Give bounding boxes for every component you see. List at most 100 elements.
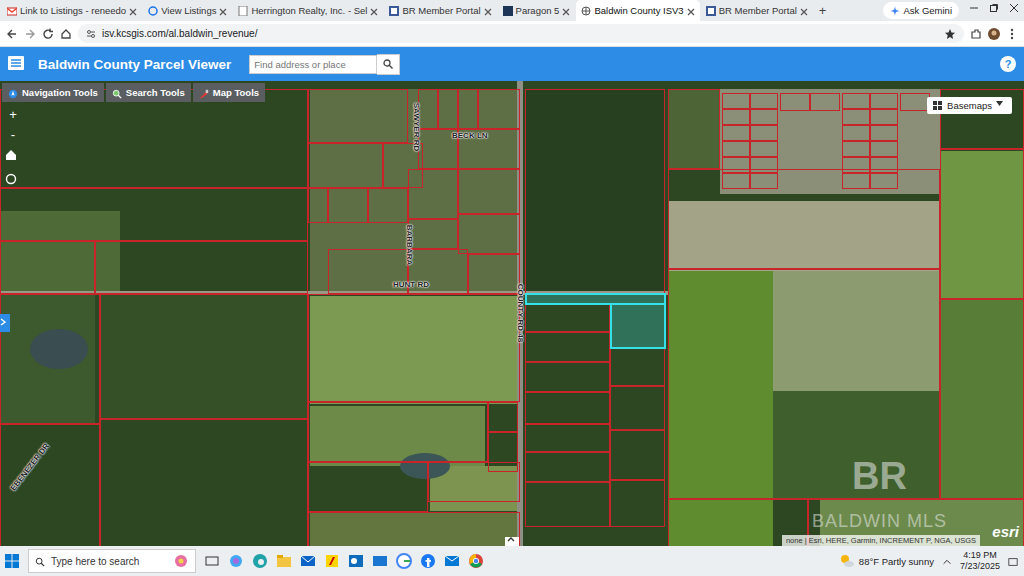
browser-tab[interactable]: Herrington Realty, Inc. - Sel: [233, 0, 383, 21]
parcel-boundary[interactable]: [308, 89, 408, 143]
parcel-boundary[interactable]: [525, 392, 610, 424]
browser-tab[interactable]: BR Member Portal: [384, 0, 496, 21]
parcel-boundary[interactable]: [308, 143, 383, 188]
parcel-boundary[interactable]: [458, 169, 520, 214]
parcel-boundary[interactable]: [870, 141, 898, 157]
parcel-boundary[interactable]: [308, 462, 428, 512]
reload-icon[interactable]: [42, 28, 54, 40]
app-icon[interactable]: [324, 553, 340, 569]
chrome-icon[interactable]: [468, 553, 484, 569]
mail-icon[interactable]: [300, 553, 316, 569]
parcel-boundary[interactable]: [870, 93, 898, 109]
parcel-boundary[interactable]: [870, 125, 898, 141]
parcel-boundary[interactable]: [0, 89, 308, 188]
parcel-boundary[interactable]: [750, 93, 778, 109]
extensions-icon[interactable]: [970, 28, 982, 40]
parcel-boundary[interactable]: [408, 169, 458, 219]
minimize-icon[interactable]: [964, 3, 984, 19]
parcel-boundary[interactable]: [750, 125, 778, 141]
restore-icon[interactable]: [984, 3, 1004, 19]
parcel-boundary[interactable]: [525, 362, 610, 392]
parcel-boundary[interactable]: [418, 89, 438, 129]
parcel-boundary[interactable]: [488, 402, 518, 432]
search-button[interactable]: [377, 54, 400, 75]
parcel-boundary[interactable]: [525, 482, 610, 527]
ask-gemini-button[interactable]: Ask Gemini: [883, 2, 959, 19]
parcel-boundary[interactable]: [95, 241, 308, 294]
parcel-boundary[interactable]: [308, 402, 488, 462]
close-icon[interactable]: [370, 7, 378, 15]
parcel-boundary[interactable]: [308, 188, 328, 223]
bottom-panel-toggle[interactable]: [505, 537, 519, 546]
back-icon[interactable]: [6, 28, 18, 40]
parcel-boundary[interactable]: [842, 109, 870, 125]
parcel-boundary[interactable]: [408, 219, 458, 249]
parcel-boundary[interactable]: [722, 141, 750, 157]
parcel-boundary[interactable]: [842, 93, 870, 109]
google-icon[interactable]: [396, 553, 412, 569]
star-icon[interactable]: [944, 28, 956, 40]
parcel-boundary[interactable]: [0, 294, 100, 424]
parcel-boundary[interactable]: [870, 109, 898, 125]
parcel-boundary[interactable]: [750, 141, 778, 157]
parcel-boundary[interactable]: [488, 432, 518, 472]
parcel-boundary[interactable]: [468, 254, 520, 294]
parcel-boundary[interactable]: [842, 157, 870, 173]
zoom-in-button[interactable]: +: [9, 109, 17, 121]
mail-app-icon[interactable]: [372, 553, 388, 569]
zoom-out-button[interactable]: -: [11, 129, 15, 141]
selected-parcel[interactable]: [610, 303, 666, 349]
parcel-boundary[interactable]: [750, 109, 778, 125]
parcel-boundary[interactable]: [458, 89, 478, 129]
close-icon[interactable]: [687, 7, 695, 15]
parcel-boundary[interactable]: [0, 188, 308, 241]
close-window-icon[interactable]: [1004, 3, 1024, 19]
home-icon[interactable]: [60, 28, 72, 40]
parcel-boundary[interactable]: [668, 169, 940, 269]
profile-icon[interactable]: [988, 28, 1000, 40]
help-button[interactable]: ?: [1000, 56, 1016, 72]
weather-widget[interactable]: 88°F Partly sunny: [839, 553, 934, 569]
parcel-boundary[interactable]: [750, 173, 778, 189]
menu-dots-icon[interactable]: [1006, 28, 1018, 40]
system-tray-icon[interactable]: [942, 556, 952, 566]
new-tab-button[interactable]: +: [814, 0, 832, 21]
parcel-boundary[interactable]: [610, 480, 665, 527]
parcel-boundary[interactable]: [525, 424, 610, 452]
tool-button[interactable]: Map Tools: [193, 83, 265, 102]
parcel-boundary[interactable]: [525, 89, 665, 294]
browser-tab[interactable]: Paragon 5: [498, 0, 576, 21]
home-icon[interactable]: [5, 149, 21, 165]
tool-button[interactable]: Navigation Tools: [2, 83, 104, 102]
parcel-boundary[interactable]: [722, 173, 750, 189]
address-search-field[interactable]: [249, 55, 377, 74]
close-icon[interactable]: [219, 7, 227, 15]
parcel-boundary[interactable]: [940, 149, 1024, 299]
parcel-boundary[interactable]: [870, 173, 898, 189]
parcel-boundary[interactable]: [842, 173, 870, 189]
outlook-icon[interactable]: [348, 553, 364, 569]
parcel-boundary[interactable]: [428, 462, 520, 502]
browser-tab[interactable]: BR Member Portal: [701, 0, 813, 21]
parcel-boundary[interactable]: [940, 299, 1024, 499]
close-icon[interactable]: [129, 7, 137, 15]
parcel-boundary[interactable]: [722, 125, 750, 141]
browser-tab[interactable]: Link to Listings - reneedo: [2, 0, 142, 21]
close-icon[interactable]: [800, 7, 808, 15]
parcel-boundary[interactable]: [668, 89, 720, 169]
windows-start-icon[interactable]: [4, 553, 20, 569]
parcel-boundary[interactable]: [525, 452, 610, 482]
parcel-boundary[interactable]: [780, 93, 810, 111]
parcel-boundary[interactable]: [308, 294, 520, 402]
facebook-icon[interactable]: [420, 553, 436, 569]
parcel-boundary[interactable]: [870, 157, 898, 173]
basemaps-button[interactable]: Basemaps: [927, 97, 1012, 114]
forward-icon[interactable]: [24, 28, 36, 40]
parcel-boundary[interactable]: [610, 386, 665, 430]
parcel-boundary[interactable]: [100, 419, 308, 546]
parcel-boundary[interactable]: [458, 214, 520, 254]
browser-tab[interactable]: Baldwin County ISV3: [576, 0, 699, 21]
parcel-boundary[interactable]: [0, 241, 95, 294]
taskbar-search[interactable]: Type here to search: [28, 549, 196, 573]
parcel-boundary[interactable]: [900, 93, 930, 111]
